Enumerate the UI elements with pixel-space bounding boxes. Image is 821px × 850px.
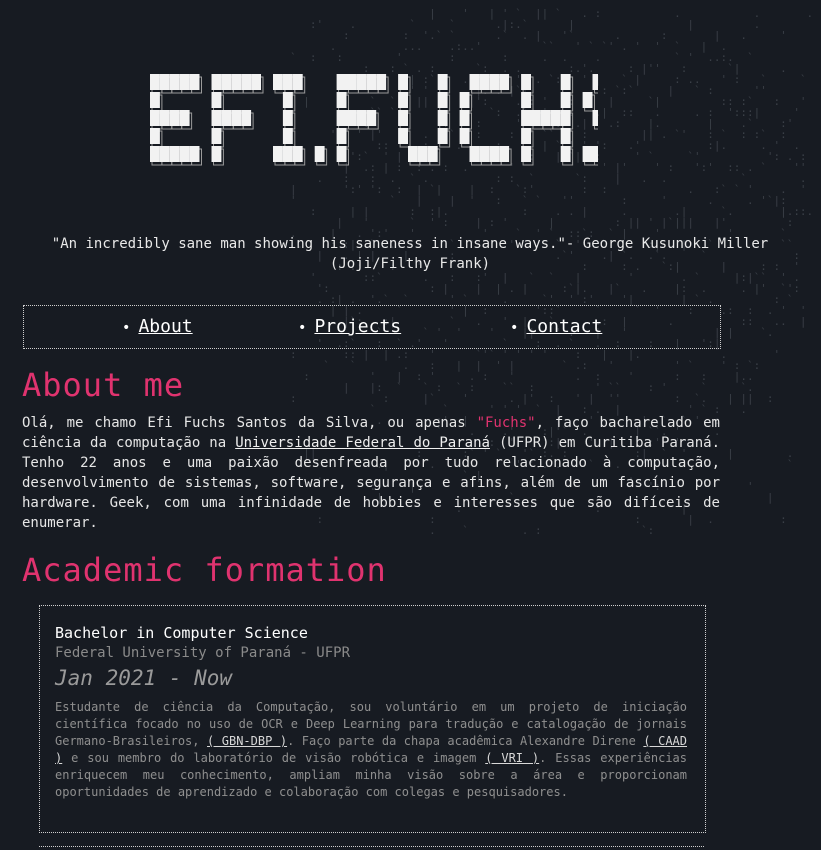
academic-heading: Academic formation xyxy=(22,551,387,589)
logo-letter xyxy=(273,74,306,166)
logo-letter xyxy=(459,74,512,166)
gbn-dbp-link[interactable]: ( GBN-DBP ) xyxy=(207,734,287,748)
about-heading: About me xyxy=(22,366,185,404)
nav-projects[interactable]: Projects xyxy=(298,316,401,337)
site-logo xyxy=(150,74,598,166)
desc-text-2: . Faço parte da chapa acadêmica Alexandr… xyxy=(287,734,644,748)
about-text-1: Olá, me chamo Efi Fuchs Santos da Silva,… xyxy=(22,415,477,431)
desc-text-3: e sou membro do laboratório de visão rob… xyxy=(62,751,486,765)
nickname: "Fuchs" xyxy=(476,415,536,431)
logo-letter xyxy=(582,74,598,166)
logo-letter xyxy=(398,74,451,166)
quote: "An incredibly sane man showing his sane… xyxy=(51,236,769,272)
university-link[interactable]: Universidade Federal do Paraná xyxy=(235,435,490,451)
institution-name: Federal University of Paraná - UFPR xyxy=(55,645,351,661)
degree-title: Bachelor in Computer Science xyxy=(55,624,308,642)
logo-letter xyxy=(314,146,328,166)
logo-letter xyxy=(211,74,264,166)
logo-letter xyxy=(521,74,574,166)
degree-description: Estudante de ciência da Computação, sou … xyxy=(55,699,687,801)
about-paragraph: Olá, me chamo Efi Fuchs Santos da Silva,… xyxy=(22,413,720,533)
nav-contact[interactable]: Contact xyxy=(510,316,602,337)
nav-about[interactable]: About xyxy=(122,316,192,337)
education-card: Bachelor in Computer Science Federal Uni… xyxy=(39,605,706,833)
degree-date: Jan 2021 - Now xyxy=(55,666,233,690)
vri-link[interactable]: ( VRI ) xyxy=(485,751,539,765)
main-nav: About Projects Contact xyxy=(23,305,721,349)
page: | ' | ' ` || ` . : . . . :` :' . ` ` .|:… xyxy=(0,0,821,850)
next-card-edge xyxy=(39,846,704,850)
logo-letter xyxy=(336,74,389,166)
logo-letter xyxy=(150,74,202,166)
